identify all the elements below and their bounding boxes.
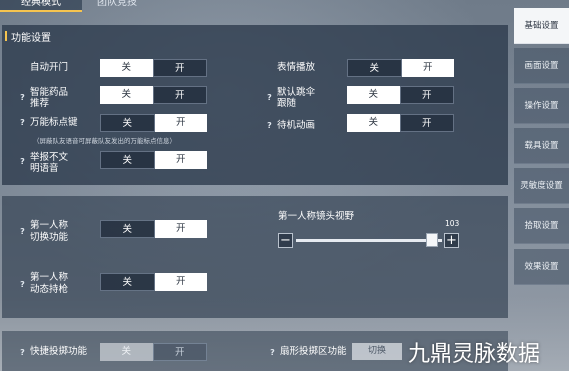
default-follow-on-option[interactable]: 开 — [399, 86, 454, 104]
mode-tabs: 经典模式 团队竞技 — [0, 0, 200, 14]
report-voice-label-line2: 明语音 — [30, 163, 59, 174]
tab-team-deathmatch[interactable]: 团队竞技 — [82, 0, 152, 12]
help-icon[interactable]: ? — [18, 118, 27, 127]
fp-dynamic-label-line1: 第一人称 — [30, 272, 69, 283]
sidebar-item-effects[interactable]: 效果设置 — [514, 249, 569, 285]
smart-med-toggle: 关 开 — [100, 86, 207, 104]
sidebar-item-vehicle[interactable]: 载具设置 — [514, 128, 569, 164]
fov-slider-value: 103 — [445, 219, 460, 228]
quick-throw-label: 快捷投掷功能 — [30, 346, 88, 357]
help-icon[interactable]: ? — [265, 121, 274, 130]
quick-throw-off-option[interactable]: 关 — [100, 343, 153, 361]
universal-mark-label: 万能标点键 — [30, 117, 78, 128]
first-person-panel — [2, 196, 508, 318]
idle-anim-off-option[interactable]: 关 — [347, 114, 400, 132]
report-voice-on-option[interactable]: 开 — [154, 151, 207, 169]
fov-increase-button[interactable]: + — [444, 233, 459, 248]
auto-door-off-option[interactable]: 关 — [100, 59, 153, 77]
idle-anim-toggle: 关 开 — [347, 114, 454, 132]
settings-sidebar: 基础设置 画面设置 操作设置 载具设置 灵敏度设置 拾取设置 效果设置 — [514, 0, 569, 371]
quick-throw-on-option[interactable]: 开 — [152, 343, 207, 361]
fp-dynamic-off-option[interactable]: 关 — [100, 273, 155, 291]
help-icon[interactable]: ? — [18, 93, 27, 102]
idle-anim-label: 待机动画 — [277, 120, 316, 131]
fp-switch-label-line1: 第一人称 — [30, 220, 69, 231]
smart-med-on-option[interactable]: 开 — [152, 86, 207, 104]
emote-play-toggle: 关 开 — [347, 59, 454, 77]
sidebar-item-sensitivity[interactable]: 灵敏度设置 — [514, 168, 569, 204]
help-icon[interactable]: ? — [18, 157, 27, 166]
fan-throw-switch-button[interactable]: 切换 — [352, 343, 402, 360]
function-settings-panel — [2, 25, 508, 185]
help-icon[interactable]: ? — [265, 93, 274, 102]
quick-throw-toggle: 关 开 — [100, 343, 207, 361]
fov-slider-label: 第一人称镜头视野 — [278, 211, 355, 222]
fov-decrease-button[interactable]: − — [278, 233, 293, 248]
universal-mark-toggle: 关 开 — [100, 114, 207, 132]
help-icon[interactable]: ? — [18, 280, 27, 289]
emote-play-on-option[interactable]: 开 — [401, 59, 454, 77]
emote-play-label: 表情播放 — [277, 62, 316, 73]
report-voice-off-option[interactable]: 关 — [100, 151, 155, 169]
help-icon[interactable]: ? — [268, 348, 277, 357]
tab-classic-mode[interactable]: 经典模式 — [0, 0, 82, 12]
fp-switch-toggle: 关 开 — [100, 220, 207, 238]
sidebar-item-graphics[interactable]: 画面设置 — [514, 48, 569, 84]
default-follow-label-line2: 跟随 — [277, 98, 297, 109]
fp-dynamic-label-line2: 动态持枪 — [30, 284, 69, 295]
help-icon[interactable]: ? — [18, 348, 27, 357]
auto-door-on-option[interactable]: 开 — [152, 59, 207, 77]
fp-switch-label-line2: 切换功能 — [30, 232, 69, 243]
idle-anim-on-option[interactable]: 开 — [399, 114, 454, 132]
fov-slider-thumb[interactable] — [425, 233, 438, 247]
section-title: 功能设置 — [11, 33, 51, 44]
smart-med-label-line2: 推荐 — [30, 98, 50, 109]
fan-throw-label: 扇形投掷区功能 — [280, 346, 347, 357]
fp-switch-on-option[interactable]: 开 — [154, 220, 207, 238]
fp-dynamic-toggle: 关 开 — [100, 273, 207, 291]
watermark: 九鼎灵脉数据 — [408, 342, 541, 367]
fp-switch-off-option[interactable]: 关 — [100, 220, 155, 238]
section-header: 功能设置 — [2, 28, 508, 44]
emote-play-off-option[interactable]: 关 — [347, 59, 402, 77]
auto-door-toggle: 关 开 — [100, 59, 207, 77]
default-follow-toggle: 关 开 — [347, 86, 454, 104]
universal-mark-off-option[interactable]: 关 — [100, 114, 155, 132]
header-accent-bar — [5, 31, 7, 41]
fov-slider-track[interactable] — [296, 239, 442, 242]
fp-dynamic-on-option[interactable]: 开 — [154, 273, 207, 291]
universal-mark-on-option[interactable]: 开 — [154, 114, 207, 132]
report-voice-toggle: 关 开 — [100, 151, 207, 169]
auto-door-label: 自动开门 — [30, 62, 69, 73]
default-follow-off-option[interactable]: 关 — [347, 86, 400, 104]
smart-med-off-option[interactable]: 关 — [100, 86, 153, 104]
sidebar-item-pickup[interactable]: 拾取设置 — [514, 208, 569, 244]
help-icon[interactable]: ? — [18, 227, 27, 236]
sidebar-item-basic[interactable]: 基础设置 — [514, 8, 569, 44]
sidebar-item-controls[interactable]: 操作设置 — [514, 88, 569, 124]
universal-mark-note: （屏蔽队友语音可屏蔽队友发出的万能标点信息） — [33, 137, 176, 145]
